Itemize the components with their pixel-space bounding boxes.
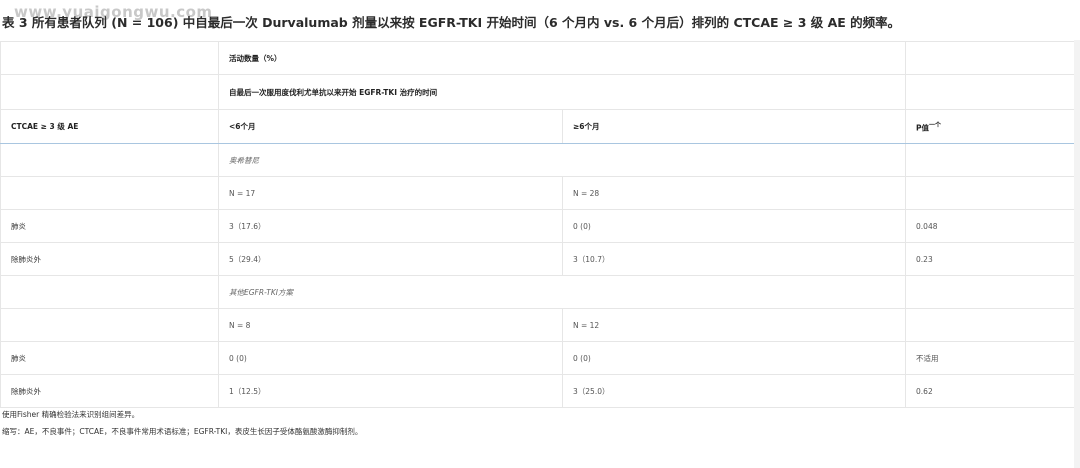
cell-lt6: 1（12.5）: [218, 374, 563, 408]
n-lt6: N = 8: [218, 308, 563, 342]
n-ge6: N = 28: [561, 176, 907, 210]
p-footnote-mark: 一个: [929, 121, 942, 129]
cell-ge6: 0 (0): [561, 341, 907, 375]
row-label: 肺炎: [0, 209, 219, 243]
table-title: 表 3 所有患者队列 (N = 106) 中自最后一次 Durvalumab 剂…: [2, 15, 901, 30]
footnote-abbreviations: 缩写：AE，不良事件；CTCAE，不良事件常用术语标准；EGFR-TKI，表皮生…: [2, 427, 363, 436]
header-empty: [0, 74, 219, 110]
row-label: 除肺炎外: [0, 242, 219, 276]
row-label: 除肺炎外: [0, 374, 219, 408]
data-table: 活动数量（%） 自最后一次服用度伐利尤单抗以来开始 EGFR-TKI 治疗的时间…: [0, 41, 1076, 408]
table-row: 除肺炎外 1（12.5） 3（25.0） 0.62: [0, 374, 1076, 408]
header-empty: [905, 74, 1076, 110]
scrollbar[interactable]: [1074, 40, 1080, 468]
cell-p: 0.62: [905, 374, 1076, 408]
cell-p: 0.048: [905, 209, 1076, 243]
header-row-2: 自最后一次服用度伐利尤单抗以来开始 EGFR-TKI 治疗的时间: [0, 74, 1076, 110]
section-row: 其他EGFR-TKI方案: [0, 275, 1076, 309]
table-row: 肺炎 0 (0) 0 (0) 不适用: [0, 341, 1076, 375]
table-row: 除肺炎外 5（29.4） 3（10.7） 0.23: [0, 242, 1076, 276]
footnote-fisher: 使用Fisher 精确检验法来识别组间差异。: [2, 410, 140, 419]
table-row: 肺炎 3（17.6） 0 (0) 0.048: [0, 209, 1076, 243]
section-title: 奥希替尼: [217, 143, 907, 177]
header-event-count: 活动数量（%）: [217, 41, 907, 75]
n-row: N = 8 N = 12: [0, 308, 1076, 342]
n-ge6: N = 12: [561, 308, 907, 342]
section-row: 奥希替尼: [0, 143, 1076, 177]
cell-lt6: 3（17.6）: [218, 209, 563, 243]
cell-p: 0.23: [905, 242, 1076, 276]
n-lt6: N = 17: [218, 176, 563, 210]
cell-lt6: 0 (0): [218, 341, 563, 375]
cell-p: 不适用: [905, 341, 1076, 375]
col-header-p: P值一个: [905, 109, 1076, 144]
header-empty: [0, 41, 219, 75]
cell-ge6: 3（25.0）: [561, 374, 907, 408]
p-label-text: P值: [916, 123, 930, 133]
row-label: 肺炎: [0, 341, 219, 375]
cell-ge6: 0 (0): [561, 209, 907, 243]
n-row: N = 17 N = 28: [0, 176, 1076, 210]
col-header-ge6: ≥6个月: [561, 109, 907, 144]
col-header-lt6: <6个月: [218, 109, 563, 144]
header-time-since: 自最后一次服用度伐利尤单抗以来开始 EGFR-TKI 治疗的时间: [217, 74, 907, 110]
header-row-3: CTCAE ≥ 3 级 AE <6个月 ≥6个月 P值一个: [0, 109, 1076, 144]
header-row-1: 活动数量（%）: [0, 41, 1076, 75]
col-header-ctcae: CTCAE ≥ 3 级 AE: [0, 109, 219, 144]
cell-lt6: 5（29.4）: [218, 242, 563, 276]
cell-ge6: 3（10.7）: [561, 242, 907, 276]
section-title: 其他EGFR-TKI方案: [217, 275, 907, 309]
header-empty: [905, 41, 1076, 75]
